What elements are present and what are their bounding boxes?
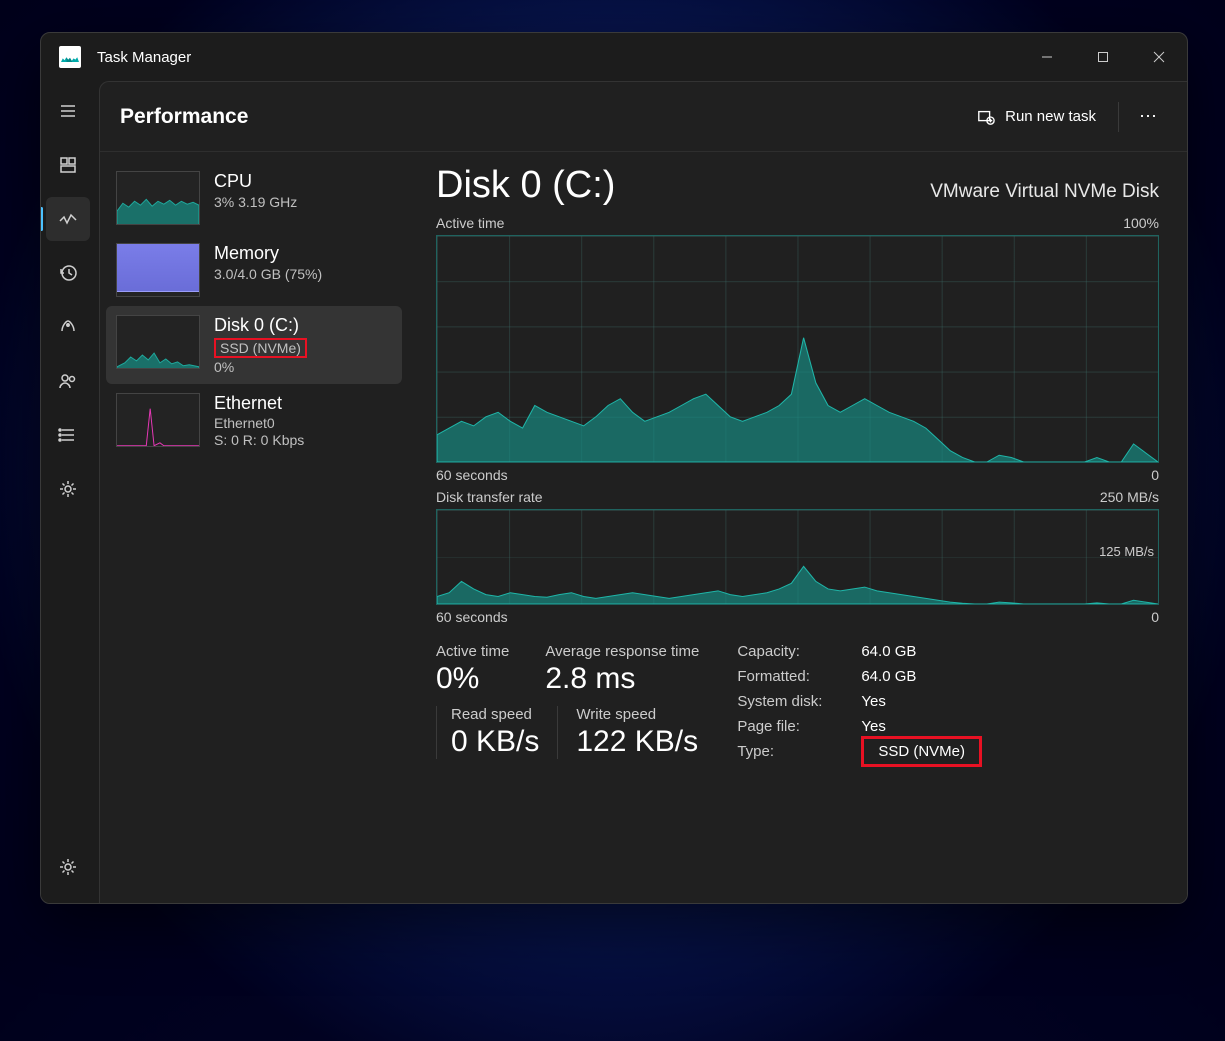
titlebar: Task Manager — [41, 33, 1187, 81]
info-formatted-label: Formatted: — [737, 668, 847, 685]
disk-info-grid: Capacity: 64.0 GB Formatted: 64.0 GB Sys… — [737, 643, 982, 760]
transfer-rate-chart: 125 MB/s — [436, 509, 1159, 605]
run-task-label: Run new task — [1005, 108, 1096, 125]
resource-sub: Ethernet0 — [214, 415, 304, 431]
info-formatted-value: 64.0 GB — [861, 668, 982, 685]
info-pagefile-label: Page file: — [737, 718, 847, 735]
info-sysdisk-value: Yes — [861, 693, 982, 710]
chart1-x-right: 0 — [1151, 467, 1159, 483]
ellipsis-icon: ⋯ — [1139, 106, 1157, 126]
stat-write-label: Write speed — [576, 706, 698, 723]
disk-thumb — [116, 315, 200, 369]
close-button[interactable] — [1131, 33, 1187, 81]
nav-startup[interactable] — [46, 305, 90, 349]
resource-title: Disk 0 (C:) — [214, 315, 307, 337]
run-task-icon — [977, 108, 995, 126]
nav-services[interactable] — [46, 467, 90, 511]
stat-active-label: Active time — [436, 643, 509, 660]
chart2-label-right: 250 MB/s — [1100, 489, 1159, 505]
resource-sub: SSD (NVMe) — [214, 338, 307, 358]
nav-processes[interactable] — [46, 143, 90, 187]
maximize-button[interactable] — [1075, 33, 1131, 81]
page-header: Performance Run new task ⋯ — [100, 82, 1187, 152]
page-title: Performance — [120, 105, 248, 129]
chart2-label-left: Disk transfer rate — [436, 489, 543, 505]
stat-read-label: Read speed — [451, 706, 539, 723]
info-capacity-value: 64.0 GB — [861, 643, 982, 660]
info-type-value: SSD (NVMe) — [861, 743, 982, 760]
stat-read-value: 0 KB/s — [451, 725, 539, 759]
resource-item-disk0[interactable]: Disk 0 (C:) SSD (NVMe) 0% — [106, 306, 402, 384]
resource-title: CPU — [214, 171, 297, 193]
content-area: Performance Run new task ⋯ — [99, 81, 1187, 903]
hamburger-button[interactable] — [46, 89, 90, 133]
stat-resp-value: 2.8 ms — [545, 662, 699, 696]
resource-sub: 3.0/4.0 GB (75%) — [214, 266, 322, 282]
info-sysdisk-label: System disk: — [737, 693, 847, 710]
resource-item-ethernet[interactable]: Ethernet Ethernet0 S: 0 R: 0 Kbps — [106, 384, 402, 458]
cpu-thumb — [116, 171, 200, 225]
resource-title: Ethernet — [214, 393, 304, 415]
detail-title: Disk 0 (C:) — [436, 164, 615, 207]
highlight-box: SSD (NVMe) — [214, 338, 307, 358]
resource-item-memory[interactable]: Memory 3.0/4.0 GB (75%) — [106, 234, 402, 306]
info-capacity-label: Capacity: — [737, 643, 847, 660]
chart2-x-left: 60 seconds — [436, 609, 508, 625]
nav-rail — [41, 81, 95, 903]
ethernet-thumb — [116, 393, 200, 447]
chart1-label-right: 100% — [1123, 215, 1159, 231]
nav-details[interactable] — [46, 413, 90, 457]
chart1-label-left: Active time — [436, 215, 504, 231]
resource-list: CPU 3% 3.19 GHz Memory 3.0/4.0 GB (75%) — [100, 152, 408, 903]
resource-title: Memory — [214, 243, 322, 265]
chart2-x-right: 0 — [1151, 609, 1159, 625]
run-new-task-button[interactable]: Run new task — [965, 100, 1108, 134]
more-options-button[interactable]: ⋯ — [1129, 98, 1167, 135]
window-title: Task Manager — [97, 49, 191, 66]
stat-write-value: 122 KB/s — [576, 725, 698, 759]
active-time-chart — [436, 235, 1159, 463]
minimize-button[interactable] — [1019, 33, 1075, 81]
chart1-x-left: 60 seconds — [436, 467, 508, 483]
stat-active-value: 0% — [436, 662, 509, 696]
memory-thumb — [116, 243, 200, 297]
info-pagefile-value: Yes — [861, 718, 982, 735]
app-icon — [59, 46, 81, 68]
resource-item-cpu[interactable]: CPU 3% 3.19 GHz — [106, 162, 402, 234]
resource-sub: 3% 3.19 GHz — [214, 194, 297, 210]
detail-panel: Disk 0 (C:) VMware Virtual NVMe Disk Act… — [408, 152, 1187, 903]
nav-app-history[interactable] — [46, 251, 90, 295]
highlight-box-type: SSD (NVMe) — [861, 736, 982, 767]
detail-subtitle: VMware Virtual NVMe Disk — [930, 181, 1159, 203]
resource-sub2: S: 0 R: 0 Kbps — [214, 432, 304, 448]
divider — [1118, 102, 1119, 132]
nav-users[interactable] — [46, 359, 90, 403]
info-type-label: Type: — [737, 743, 847, 760]
task-manager-window: Task Manager — [40, 32, 1188, 904]
stat-resp-label: Average response time — [545, 643, 699, 660]
resource-sub2: 0% — [214, 359, 307, 375]
nav-performance[interactable] — [46, 197, 90, 241]
nav-settings[interactable] — [46, 845, 90, 889]
